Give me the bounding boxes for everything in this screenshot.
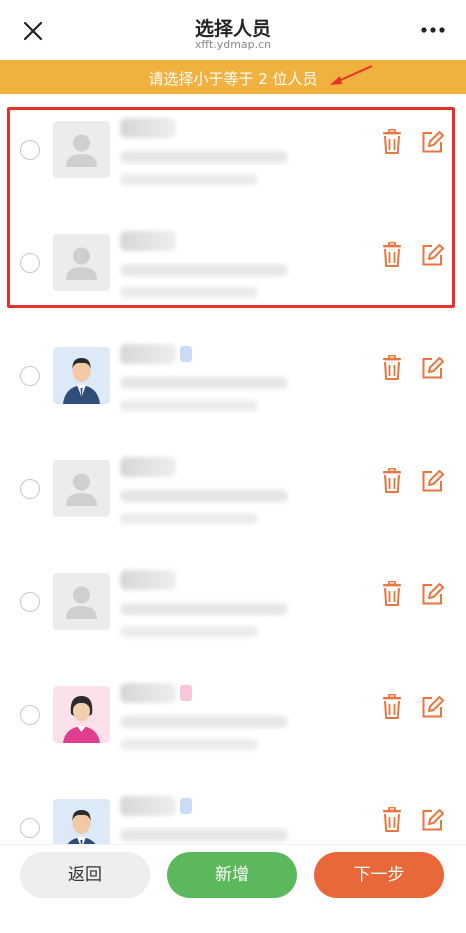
edit-pencil-icon[interactable] <box>420 468 444 494</box>
select-radio[interactable] <box>20 366 40 386</box>
person-row[interactable] <box>0 546 466 660</box>
phone-number-blurred <box>120 626 258 637</box>
id-number-blurred <box>120 829 288 841</box>
avatar <box>53 347 110 404</box>
selection-limit-notice: 请选择小于等于 2 位人员 <box>0 60 466 94</box>
person-name-blurred <box>120 570 176 590</box>
person-placeholder-icon <box>53 121 110 178</box>
back-button[interactable]: 返回 <box>20 852 150 898</box>
select-radio[interactable] <box>20 592 40 612</box>
edit-pencil-icon[interactable] <box>420 129 444 155</box>
id-number-blurred <box>120 716 288 728</box>
nav-header: 选择人员 xfft.ydmap.cn <box>0 0 466 60</box>
select-radio[interactable] <box>20 818 40 838</box>
phone-number-blurred <box>120 739 258 750</box>
person-list <box>0 94 466 844</box>
page-title: 选择人员 <box>194 18 271 40</box>
select-radio[interactable] <box>20 140 40 160</box>
id-number-blurred <box>120 377 288 389</box>
footer-bar: 返回 新增 下一步 <box>0 844 466 933</box>
phone-number-blurred <box>120 513 258 524</box>
edit-pencil-icon[interactable] <box>420 581 444 607</box>
person-name-blurred <box>120 457 176 477</box>
id-number-blurred <box>120 151 288 163</box>
trash-icon[interactable] <box>380 806 404 833</box>
avatar <box>53 686 110 743</box>
person-name-blurred <box>120 118 176 138</box>
id-number-blurred <box>120 264 288 276</box>
phone-number-blurred <box>120 400 258 411</box>
person-row[interactable] <box>0 94 466 208</box>
select-radio[interactable] <box>20 479 40 499</box>
id-number-blurred <box>120 603 288 615</box>
edit-pencil-icon[interactable] <box>420 355 444 381</box>
gender-badge <box>180 346 192 362</box>
trash-icon[interactable] <box>380 354 404 381</box>
edit-pencil-icon[interactable] <box>420 694 444 720</box>
person-placeholder-icon <box>53 460 110 517</box>
phone-number-blurred <box>120 174 258 185</box>
select-radio[interactable] <box>20 705 40 725</box>
person-row[interactable] <box>0 659 466 773</box>
more-dots-icon[interactable] <box>418 20 448 40</box>
page-domain: xfft.ydmap.cn <box>194 38 272 51</box>
notice-text: 请选择小于等于 2 位人员 <box>148 70 318 88</box>
trash-icon[interactable] <box>380 467 404 494</box>
person-name-blurred <box>120 796 176 816</box>
avatar <box>53 799 110 844</box>
person-row[interactable] <box>0 772 466 844</box>
trash-icon[interactable] <box>380 693 404 720</box>
person-row[interactable] <box>0 433 466 547</box>
person-row[interactable] <box>0 320 466 434</box>
trash-icon[interactable] <box>380 128 404 155</box>
trash-icon[interactable] <box>380 241 404 268</box>
person-placeholder-icon <box>53 573 110 630</box>
person-placeholder-icon <box>53 234 110 291</box>
edit-pencil-icon[interactable] <box>420 242 444 268</box>
person-row[interactable] <box>0 207 466 321</box>
annotation-arrow-icon <box>330 65 373 85</box>
next-step-button[interactable]: 下一步 <box>314 852 444 898</box>
gender-badge <box>180 798 192 814</box>
trash-icon[interactable] <box>380 580 404 607</box>
person-name-blurred <box>120 683 176 703</box>
add-button[interactable]: 新增 <box>167 852 297 898</box>
person-name-blurred <box>120 231 176 251</box>
phone-number-blurred <box>120 287 258 298</box>
id-number-blurred <box>120 490 288 502</box>
person-name-blurred <box>120 344 176 364</box>
edit-pencil-icon[interactable] <box>420 807 444 833</box>
select-radio[interactable] <box>20 253 40 273</box>
gender-badge <box>180 685 192 701</box>
